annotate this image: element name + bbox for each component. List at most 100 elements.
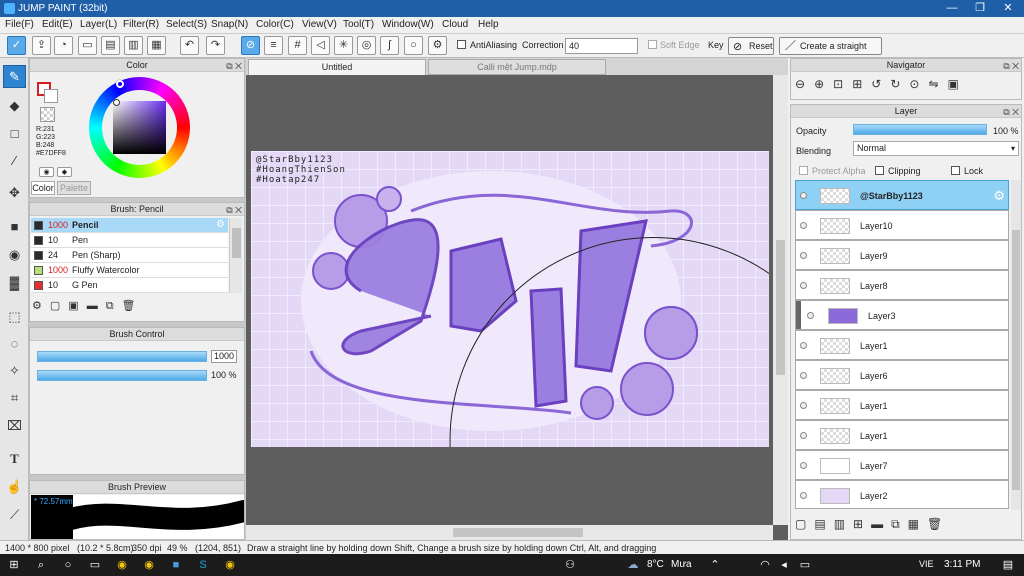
brush-item[interactable]: 10 G Pen [31, 278, 228, 293]
lasso-tool-icon[interactable]: ◌ [3, 332, 26, 355]
panel-close-icon[interactable]: ⧉ ✕ [226, 204, 242, 217]
delete-layer-icon[interactable]: 🗑 [927, 517, 950, 531]
snap-off-icon[interactable]: ⊘ [241, 36, 260, 55]
eraser-tool-icon[interactable]: ◆ [3, 94, 26, 117]
correction-input[interactable]: 40 [565, 38, 638, 54]
reset-button[interactable]: ⊘ Reset [728, 37, 774, 55]
layer-row[interactable]: Layer6 [795, 360, 1009, 390]
rotate-left-icon[interactable]: ↺ [871, 77, 890, 91]
snap-circle-icon[interactable]: ◎ [357, 36, 376, 55]
tab-untitled[interactable]: Untitled [248, 59, 426, 75]
volume-icon[interactable]: ◂ [776, 557, 792, 573]
chrome-icon[interactable]: ◉ [114, 557, 130, 573]
add-layer-menu-icon[interactable]: ⊞ [853, 517, 871, 531]
snap-curve-icon[interactable]: ∫ [380, 36, 399, 55]
layer-opacity-slider[interactable] [853, 124, 987, 135]
tab-color[interactable]: Color [31, 181, 55, 195]
close-button[interactable]: ✕ [994, 0, 1022, 17]
canvas-artwork[interactable]: @StarBby1123 #HoangThienSon #Hoatap247 [251, 151, 769, 447]
protect-alpha-checkbox[interactable] [799, 166, 808, 175]
menu-window[interactable]: Window(W) [382, 19, 434, 30]
chrome-icon[interactable]: ◉ [141, 557, 157, 573]
visibility-eye-icon[interactable] [800, 462, 807, 469]
visibility-eye-icon[interactable] [800, 252, 807, 259]
new-layer-1bit-icon[interactable]: ▥ [834, 517, 853, 531]
zoom-in-icon[interactable]: ⊕ [814, 77, 833, 91]
battery-icon[interactable]: ▭ [797, 557, 813, 573]
flip-icon[interactable]: ⇋ [928, 77, 947, 91]
panel-close-icon[interactable]: ⧉ ✕ [1003, 60, 1019, 73]
visibility-eye-icon[interactable] [800, 372, 807, 379]
windows-start-icon[interactable]: ⊞ [6, 557, 22, 573]
brush-item[interactable]: 1000 Pencil ⚙ [31, 218, 228, 233]
task-view-icon[interactable]: ▭ [87, 557, 103, 573]
layer-row[interactable]: Layer1 [795, 420, 1009, 450]
secondary-color-swatch[interactable] [44, 89, 58, 103]
brush-opacity-slider[interactable] [37, 370, 207, 381]
network-user-icon[interactable]: ⚇ [562, 557, 578, 573]
layer-row[interactable]: Layer7 [795, 450, 1009, 480]
brush-duplicate-icon[interactable]: ⧉ [106, 300, 122, 312]
chrome-icon[interactable]: ◉ [222, 557, 238, 573]
brush-list-scrollbar[interactable] [229, 218, 242, 293]
move-tool-icon[interactable]: ✥ [3, 181, 26, 204]
new-layer-icon[interactable]: ▢ [795, 517, 814, 531]
layer-row[interactable]: Layer3 [795, 300, 1009, 330]
snap-parallel-icon[interactable]: ≡ [264, 36, 283, 55]
operation-tool-icon[interactable]: ☝ [3, 475, 26, 498]
gear-icon[interactable]: ⚙ [216, 218, 225, 232]
brush-tool-icon[interactable]: ⁄ [3, 149, 26, 172]
clipping-checkbox[interactable] [875, 166, 884, 175]
layer-row[interactable]: Layer9 [795, 240, 1009, 270]
visibility-eye-icon[interactable] [800, 492, 807, 499]
visibility-eye-icon[interactable] [800, 282, 807, 289]
gear-icon[interactable]: ⚙ [993, 188, 1005, 204]
fill-rect-tool-icon[interactable]: ■ [3, 215, 26, 238]
visibility-eye-icon[interactable] [800, 342, 807, 349]
layout-icon[interactable]: ▦ [147, 36, 166, 55]
tab-palette[interactable]: Palette [57, 181, 91, 195]
redo-icon[interactable]: ↷ [206, 36, 225, 55]
layer-row[interactable]: Layer2 [795, 480, 1009, 509]
hue-handle[interactable] [116, 80, 124, 88]
reset-rotation-icon[interactable]: ⊙ [909, 77, 928, 91]
snap-perspective-icon[interactable]: ◁ [311, 36, 330, 55]
menu-layer[interactable]: Layer(L) [80, 19, 117, 30]
layer-row[interactable]: Layer1 [795, 330, 1009, 360]
panel-close-icon[interactable]: ⧉ ✕ [226, 60, 242, 73]
layer-row[interactable]: @StarBby1123 ⚙ [795, 180, 1009, 210]
blending-select[interactable]: Normal ▾ [853, 141, 1019, 156]
minimize-button[interactable]: — [938, 0, 966, 17]
pages-icon[interactable]: ▥ [124, 36, 143, 55]
duplicate-layer-icon[interactable]: ⧉ [891, 517, 908, 531]
skype-icon[interactable]: S [195, 557, 211, 573]
notification-icon[interactable]: ▤ [1000, 557, 1016, 573]
visibility-eye-icon[interactable] [800, 222, 807, 229]
cloud-icon[interactable]: ✓ [7, 36, 26, 55]
menu-view[interactable]: View(V) [302, 19, 337, 30]
actual-size-icon[interactable]: ⊞ [852, 77, 871, 91]
folder-icon[interactable]: ▬ [871, 517, 891, 531]
transparent-swatch[interactable] [40, 107, 55, 122]
export-icon[interactable]: ⇪ [32, 36, 51, 55]
comment-icon[interactable]: ◔ [54, 36, 73, 55]
menu-help[interactable]: Help [478, 19, 499, 30]
cortana-icon[interactable]: ○ [60, 557, 76, 573]
brush-item[interactable]: 10 Pen [31, 233, 228, 248]
view-icon[interactable]: ▣ [948, 77, 968, 91]
menu-file[interactable]: File(F) [5, 19, 34, 30]
eyedropper-tool-icon[interactable]: ⟋ [3, 503, 26, 526]
layer-row[interactable]: Layer1 [795, 390, 1009, 420]
drop-icon[interactable]: ◆ [57, 167, 72, 177]
pen-tool-icon[interactable]: ✎ [3, 65, 26, 88]
brush-copy-icon[interactable]: ▣ [68, 300, 86, 312]
magic-wand-tool-icon[interactable]: ✧ [3, 359, 26, 382]
undo-icon[interactable]: ↶ [180, 36, 199, 55]
snap-settings-icon[interactable]: ⚙ [428, 36, 447, 55]
select-pen-tool-icon[interactable]: ⌗ [3, 386, 26, 409]
note-icon[interactable]: ▭ [78, 36, 97, 55]
brush-folder-icon[interactable]: ▬ [87, 300, 106, 312]
menu-tool[interactable]: Tool(T) [343, 19, 374, 30]
gradient-tool-icon[interactable]: ▓ [3, 271, 26, 294]
visibility-eye-icon[interactable] [807, 312, 814, 319]
